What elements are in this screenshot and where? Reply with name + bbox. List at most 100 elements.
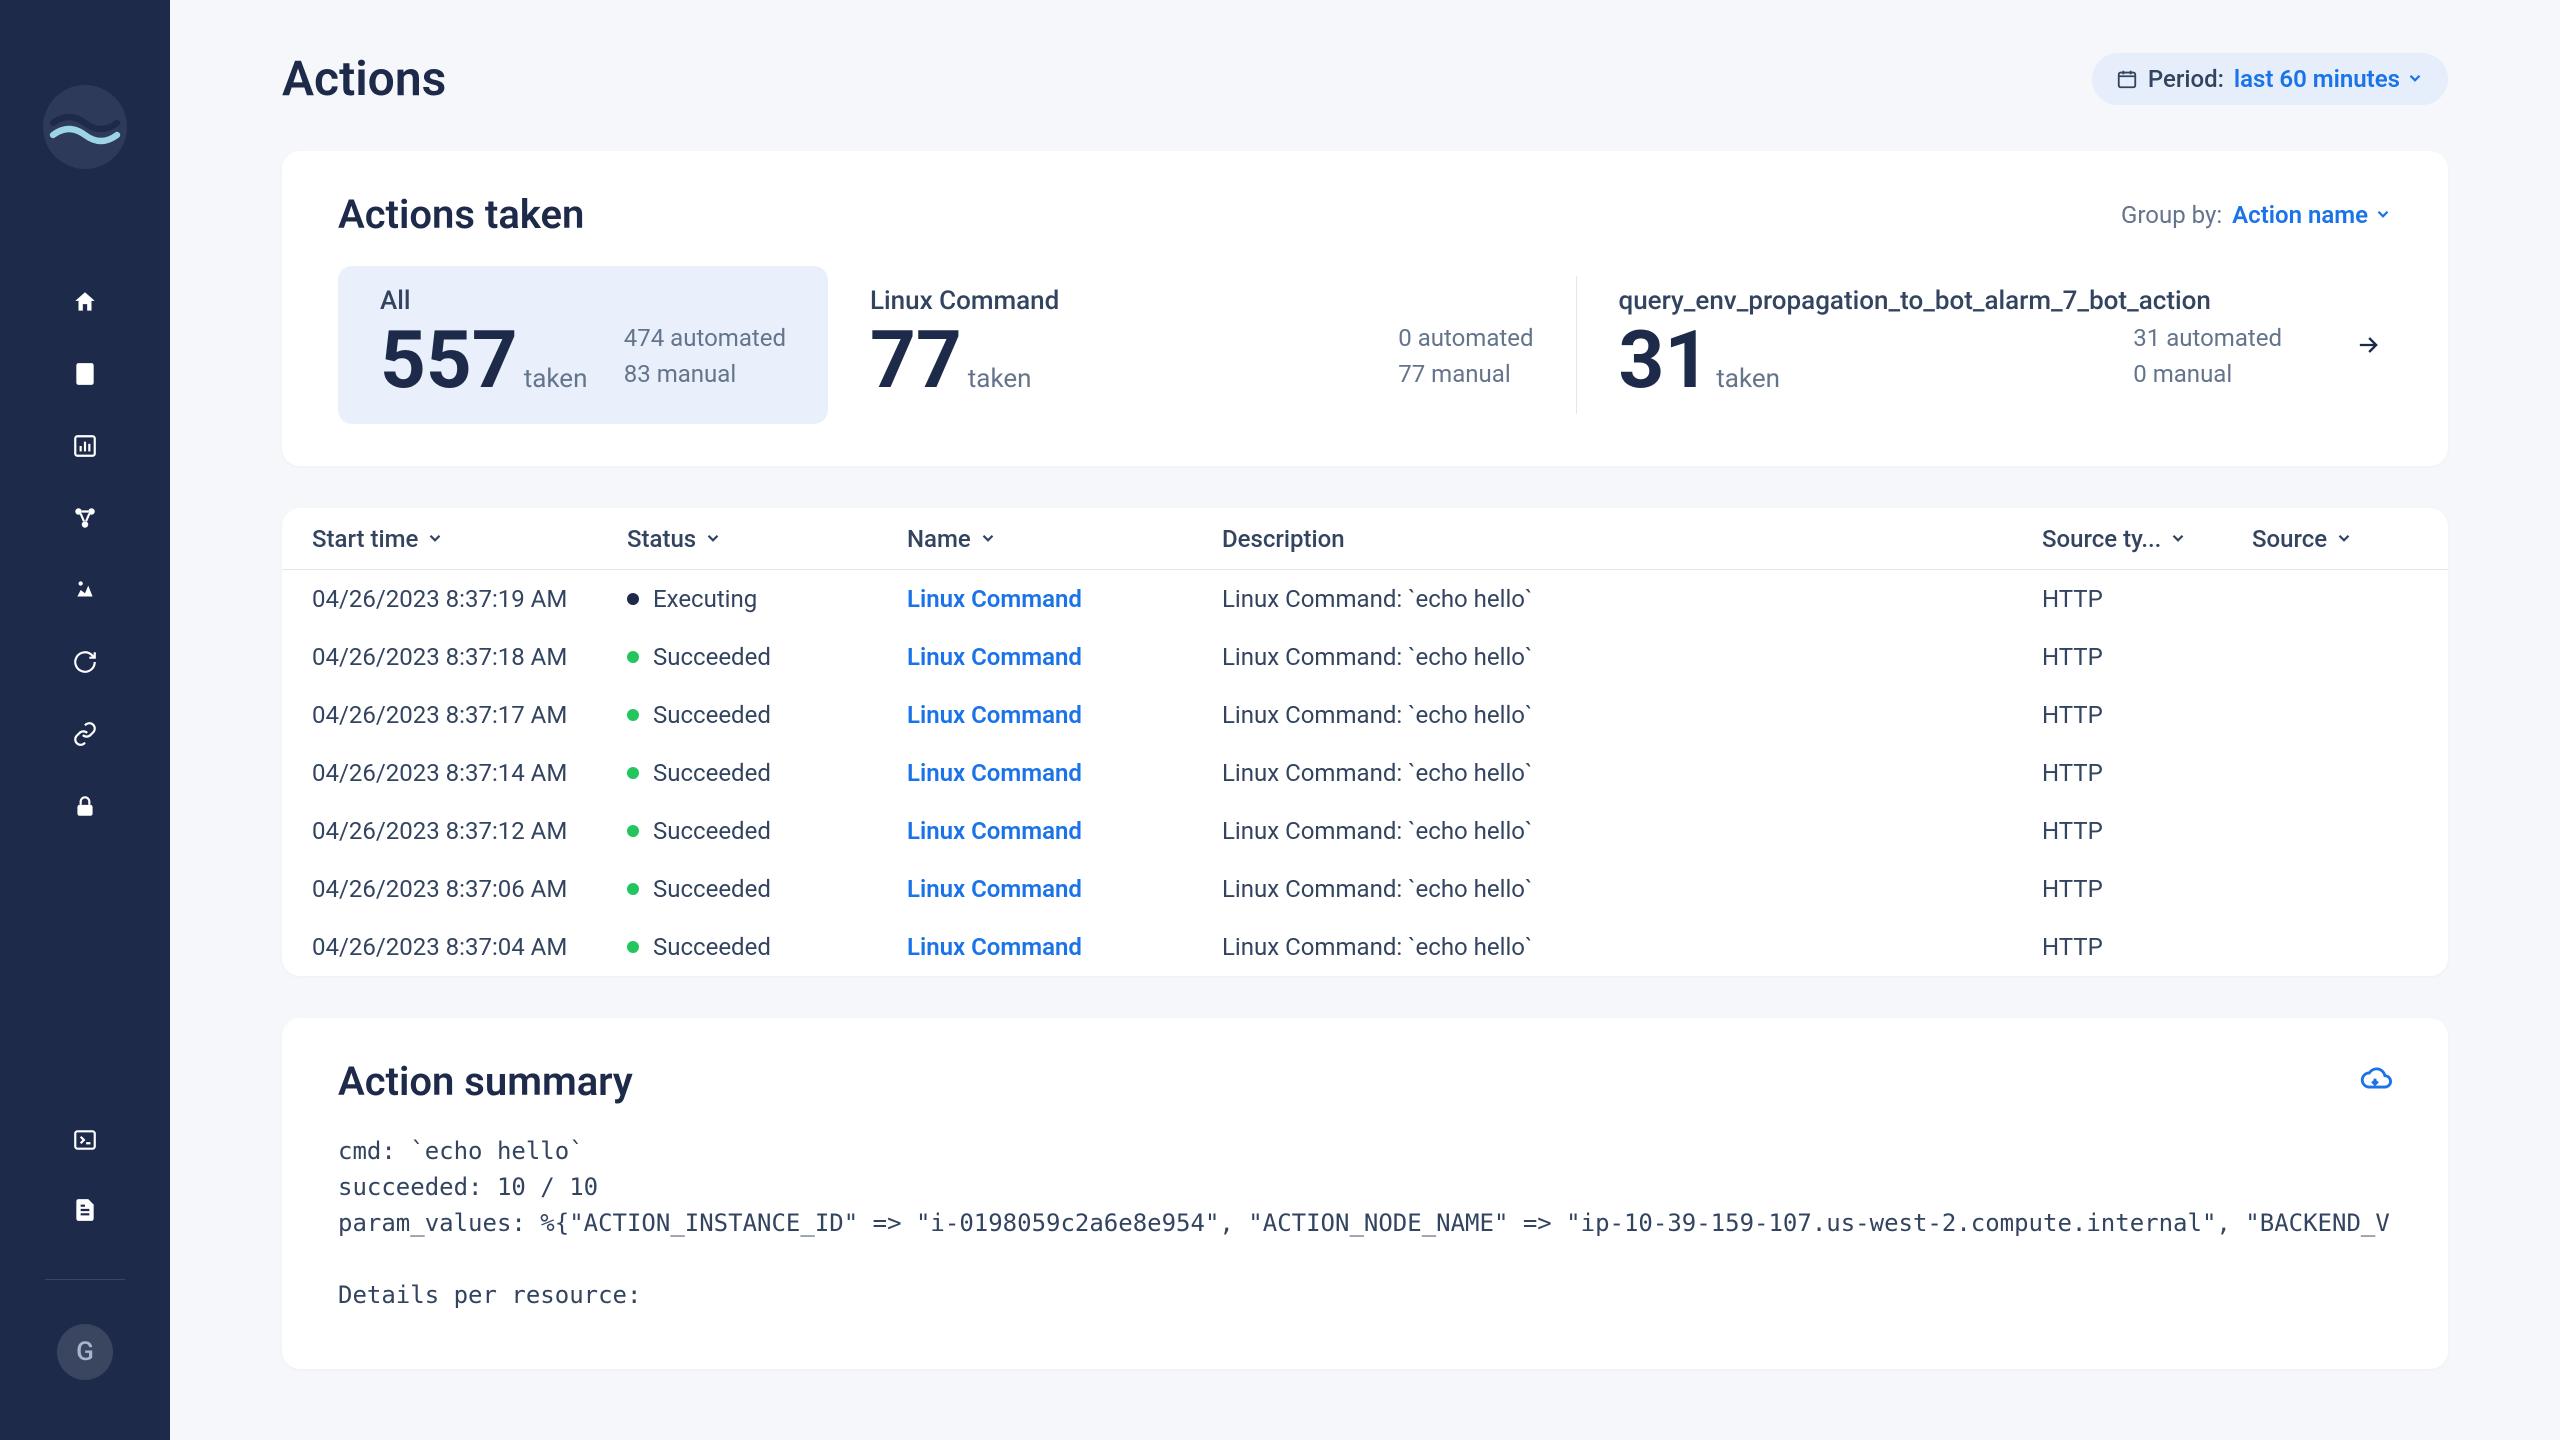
- th-status[interactable]: Status: [627, 525, 907, 553]
- status-dot-icon: [627, 651, 639, 663]
- sidebar-divider: [45, 1279, 125, 1280]
- nav-items: [72, 289, 98, 819]
- stat-cards: All 557taken 474 automated83 manual Linu…: [338, 266, 2392, 424]
- calendar-icon: [2116, 68, 2138, 90]
- link-icon: [72, 721, 98, 747]
- cell-name-link[interactable]: Linux Command: [907, 817, 1222, 845]
- cell-status: Succeeded: [627, 643, 907, 671]
- cell-start-time: 04/26/2023 8:37:19 AM: [312, 585, 627, 613]
- stat-count: 557taken: [380, 320, 587, 400]
- stat-name: query_env_propagation_to_bot_alarm_7_bot…: [1619, 286, 2283, 316]
- cell-status: Succeeded: [627, 701, 907, 729]
- nav-links[interactable]: [72, 721, 98, 747]
- nav-refresh[interactable]: [72, 649, 98, 675]
- cell-start-time: 04/26/2023 8:37:18 AM: [312, 643, 627, 671]
- home-icon: [72, 289, 98, 315]
- stat-card-query[interactable]: query_env_propagation_to_bot_alarm_7_bot…: [1577, 266, 2325, 424]
- cell-name-link[interactable]: Linux Command: [907, 933, 1222, 961]
- group-by-value: Action name: [2232, 201, 2392, 229]
- th-start-time[interactable]: Start time: [312, 525, 627, 553]
- logo-icon: [43, 103, 127, 151]
- cell-start-time: 04/26/2023 8:37:12 AM: [312, 817, 627, 845]
- group-by-label: Group by:: [2121, 201, 2222, 229]
- stat-meta: 31 automated0 manual: [2133, 320, 2282, 400]
- cell-source-type: HTTP: [2042, 643, 2252, 671]
- nav-security[interactable]: [72, 793, 98, 819]
- sidebar: G: [0, 0, 170, 1440]
- table-row[interactable]: 04/26/2023 8:37:12 AMSucceededLinux Comm…: [282, 802, 2448, 860]
- nav-notes[interactable]: [72, 1197, 98, 1223]
- nav-topology[interactable]: [72, 505, 98, 531]
- cell-description: Linux Command: `echo hello`: [1222, 585, 2042, 613]
- table-row[interactable]: 04/26/2023 8:37:18 AMSucceededLinux Comm…: [282, 628, 2448, 686]
- cell-start-time: 04/26/2023 8:37:04 AM: [312, 933, 627, 961]
- table-row[interactable]: 04/26/2023 8:37:04 AMSucceededLinux Comm…: [282, 918, 2448, 976]
- cell-description: Linux Command: `echo hello`: [1222, 643, 2042, 671]
- stat-card-linux[interactable]: Linux Command 77taken 0 automated77 manu…: [828, 266, 1576, 424]
- cell-status: Executing: [627, 585, 907, 613]
- sidebar-bottom: G: [0, 1127, 170, 1440]
- table-header: Start time Status Name Description Sourc…: [282, 508, 2448, 570]
- chevron-down-icon: [2374, 201, 2392, 229]
- cell-source-type: HTTP: [2042, 933, 2252, 961]
- cell-status: Succeeded: [627, 933, 907, 961]
- cell-source-type: HTTP: [2042, 759, 2252, 787]
- nav-terminal[interactable]: [72, 1127, 98, 1153]
- period-value: last 60 minutes: [2234, 65, 2424, 93]
- nav-docs[interactable]: [72, 361, 98, 387]
- actions-taken-title: Actions taken: [338, 191, 584, 238]
- stat-meta: 0 automated77 manual: [1398, 320, 1533, 400]
- download-button[interactable]: [2358, 1063, 2392, 1101]
- cell-description: Linux Command: `echo hello`: [1222, 875, 2042, 903]
- nav-home[interactable]: [72, 289, 98, 315]
- chevron-down-icon: [2169, 525, 2187, 553]
- status-dot-icon: [627, 941, 639, 953]
- stat-card-all[interactable]: All 557taken 474 automated83 manual: [338, 266, 828, 424]
- nav-alerts[interactable]: [72, 577, 98, 603]
- cell-name-link[interactable]: Linux Command: [907, 875, 1222, 903]
- table-row[interactable]: 04/26/2023 8:37:06 AMSucceededLinux Comm…: [282, 860, 2448, 918]
- logo: [43, 85, 127, 169]
- cell-status: Succeeded: [627, 875, 907, 903]
- cell-source-type: HTTP: [2042, 585, 2252, 613]
- period-selector[interactable]: Period: last 60 minutes: [2092, 53, 2448, 105]
- status-dot-icon: [627, 883, 639, 895]
- cell-description: Linux Command: `echo hello`: [1222, 701, 2042, 729]
- th-description[interactable]: Description: [1222, 525, 2042, 553]
- table-row[interactable]: 04/26/2023 8:37:14 AMSucceededLinux Comm…: [282, 744, 2448, 802]
- summary-header: Action summary: [338, 1058, 2392, 1105]
- stat-count: 31taken: [1619, 320, 1781, 400]
- cell-description: Linux Command: `echo hello`: [1222, 933, 2042, 961]
- cell-name-link[interactable]: Linux Command: [907, 759, 1222, 787]
- nav-charts[interactable]: [72, 433, 98, 459]
- th-name[interactable]: Name: [907, 525, 1222, 553]
- cell-status: Succeeded: [627, 817, 907, 845]
- cloud-download-icon: [2358, 1063, 2392, 1097]
- refresh-icon: [72, 649, 98, 675]
- cell-source-type: HTTP: [2042, 875, 2252, 903]
- scroll-right-button[interactable]: [2324, 266, 2392, 424]
- status-dot-icon: [627, 593, 639, 605]
- group-by-selector[interactable]: Group by: Action name: [2121, 201, 2392, 229]
- chevron-down-icon: [2335, 525, 2353, 553]
- cell-name-link[interactable]: Linux Command: [907, 701, 1222, 729]
- terminal-icon: [72, 1127, 98, 1153]
- th-source[interactable]: Source: [2252, 525, 2432, 553]
- cell-status: Succeeded: [627, 759, 907, 787]
- user-avatar[interactable]: G: [57, 1324, 113, 1380]
- cell-start-time: 04/26/2023 8:37:17 AM: [312, 701, 627, 729]
- table-row[interactable]: 04/26/2023 8:37:19 AMExecutingLinux Comm…: [282, 570, 2448, 628]
- cell-description: Linux Command: `echo hello`: [1222, 759, 2042, 787]
- action-summary-card: Action summary cmd: `echo hello` succeed…: [282, 1018, 2448, 1369]
- cell-source-type: HTTP: [2042, 817, 2252, 845]
- chevron-down-icon: [426, 525, 444, 553]
- cell-source-type: HTTP: [2042, 701, 2252, 729]
- stat-name: Linux Command: [870, 286, 1534, 316]
- cell-name-link[interactable]: Linux Command: [907, 643, 1222, 671]
- status-dot-icon: [627, 825, 639, 837]
- actions-header: Actions taken Group by: Action name: [338, 191, 2392, 238]
- th-source-type[interactable]: Source ty...: [2042, 525, 2252, 553]
- document-icon: [72, 1197, 98, 1223]
- table-row[interactable]: 04/26/2023 8:37:17 AMSucceededLinux Comm…: [282, 686, 2448, 744]
- cell-name-link[interactable]: Linux Command: [907, 585, 1222, 613]
